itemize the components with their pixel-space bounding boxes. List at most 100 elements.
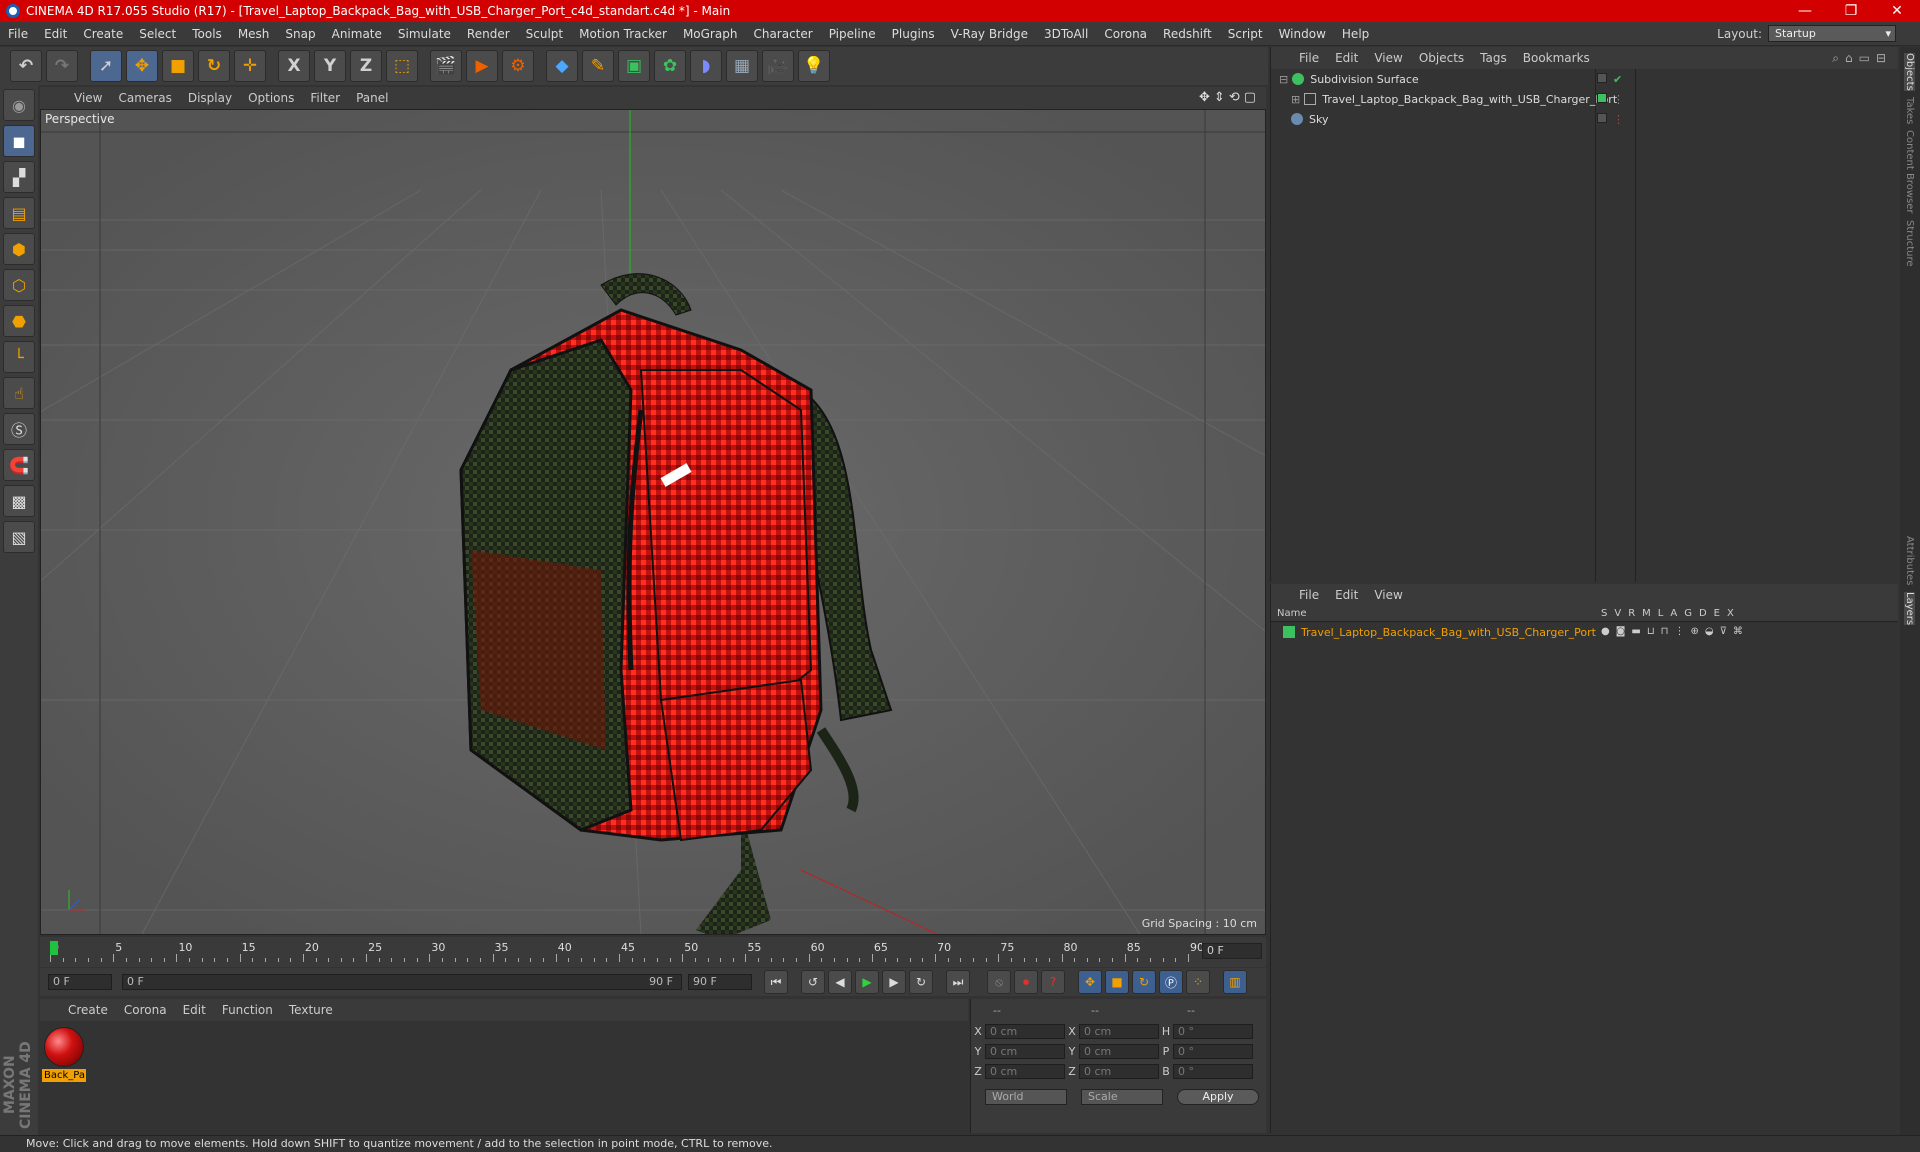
objects-menu-view[interactable]: View (1366, 51, 1410, 65)
coordinate-mode-dropdown[interactable]: World (985, 1089, 1067, 1105)
menu-sculpt[interactable]: Sculpt (518, 27, 571, 41)
object-row-backpack[interactable]: ⊞ Travel_Laptop_Backpack_Bag_with_USB_Ch… (1271, 89, 1898, 109)
camera-icon[interactable]: 🎥 (762, 50, 794, 82)
menu-simulate[interactable]: Simulate (390, 27, 459, 41)
layout-dropdown[interactable]: Startup (1768, 25, 1896, 42)
layers-menu-edit[interactable]: Edit (1327, 588, 1366, 602)
visibility-flag[interactable] (1597, 73, 1607, 83)
layers-menu-file[interactable]: File (1291, 588, 1327, 602)
tab-content-browser[interactable]: Content Browser (1904, 130, 1915, 213)
timeline-ruler[interactable]: 051015202530354045505560657075808590 (50, 941, 1204, 965)
rotation-b-field[interactable]: 0 ° (1173, 1063, 1253, 1079)
material-menu-function[interactable]: Function (214, 1003, 281, 1017)
layers-menu-view[interactable]: View (1366, 588, 1410, 602)
cube-object-icon[interactable]: ◆ (546, 50, 578, 82)
workplane-mode-icon[interactable]: ▤ (3, 197, 35, 229)
menu-vray-bridge[interactable]: V-Ray Bridge (943, 27, 1036, 41)
move-tool-icon[interactable]: ✥ (126, 50, 158, 82)
axis-z-button[interactable]: Z (350, 50, 382, 82)
select-tool-icon[interactable]: ➚ (90, 50, 122, 82)
render-settings-icon[interactable]: ⚙ (502, 50, 534, 82)
menu-redshift[interactable]: Redshift (1155, 27, 1220, 41)
position-z-field[interactable]: 0 cm (985, 1063, 1065, 1079)
close-button[interactable]: ✕ (1874, 3, 1920, 19)
undo-icon[interactable]: ↶ (10, 50, 42, 82)
snap-icon[interactable]: 🧲 (3, 449, 35, 481)
menu-3dtoall[interactable]: 3DToAll (1036, 27, 1096, 41)
objects-menu-objects[interactable]: Objects (1411, 51, 1472, 65)
key-rotation-icon[interactable]: ↻ (1132, 970, 1156, 994)
key-point-level-icon[interactable]: ⁘ (1186, 970, 1210, 994)
timeline-playhead[interactable] (50, 941, 58, 955)
timeline-window-icon[interactable]: ▥ (1223, 970, 1247, 994)
objects-menu-file[interactable]: File (1291, 51, 1327, 65)
tab-takes[interactable]: Takes (1904, 97, 1915, 124)
viewport-menu-display[interactable]: Display (180, 91, 240, 105)
go-to-start-icon[interactable]: ⏮ (764, 970, 788, 994)
material-menu-corona[interactable]: Corona (116, 1003, 175, 1017)
material-menu-edit[interactable]: Edit (175, 1003, 214, 1017)
size-z-field[interactable]: 0 cm (1079, 1063, 1159, 1079)
tweak-mode-icon[interactable]: ☝ (3, 377, 35, 409)
visibility-flag[interactable] (1597, 113, 1607, 123)
menu-create[interactable]: Create (75, 27, 131, 41)
position-x-field[interactable]: 0 cm (985, 1023, 1065, 1039)
menu-pipeline[interactable]: Pipeline (821, 27, 884, 41)
viewport-navigation-icons[interactable]: ✥⇕⟲▢ (1199, 90, 1260, 105)
visibility-dots-icon[interactable]: ⋮ (1613, 113, 1624, 126)
menu-corona[interactable]: Corona (1096, 27, 1155, 41)
frame-range-slider[interactable]: 0 F 90 F (122, 974, 682, 990)
axis-mode-icon[interactable]: └ (3, 341, 35, 373)
menu-character[interactable]: Character (745, 27, 820, 41)
menu-window[interactable]: Window (1271, 27, 1334, 41)
rotate-tool-icon[interactable]: ↻ (198, 50, 230, 82)
menu-file[interactable]: File (0, 27, 36, 41)
floor-environment-icon[interactable]: ▦ (726, 50, 758, 82)
record-keys-icon[interactable]: ⦸ (987, 970, 1011, 994)
go-to-end-icon[interactable]: ⏭ (946, 970, 970, 994)
next-key-icon[interactable]: ↻ (909, 970, 933, 994)
size-y-field[interactable]: 0 cm (1079, 1043, 1159, 1059)
object-mode-icon[interactable]: ◼ (3, 125, 35, 157)
transform-tool-icon[interactable]: ✛ (234, 50, 266, 82)
menu-plugins[interactable]: Plugins (884, 27, 943, 41)
minimize-button[interactable]: — (1782, 3, 1828, 19)
rotation-p-field[interactable]: 0 ° (1173, 1043, 1253, 1059)
viewport-menu-filter[interactable]: Filter (302, 91, 348, 105)
viewport-menu-panel[interactable]: Panel (348, 91, 396, 105)
tab-layers[interactable]: Layers (1904, 591, 1915, 625)
menu-script[interactable]: Script (1220, 27, 1271, 41)
end-frame-field[interactable]: 90 F (688, 974, 752, 990)
size-x-field[interactable]: 0 cm (1079, 1023, 1159, 1039)
points-mode-icon[interactable]: ⬢ (3, 233, 35, 265)
solo-mode-icon[interactable]: Ⓢ (3, 413, 35, 445)
menu-mograph[interactable]: MoGraph (675, 27, 746, 41)
previous-frame-icon[interactable]: ◀ (828, 970, 852, 994)
menu-help[interactable]: Help (1334, 27, 1377, 41)
previous-key-icon[interactable]: ↺ (801, 970, 825, 994)
layer-toggle-icons[interactable]: ●◙▬⊔⊓⋮⊕◒⊽⌘ (1601, 626, 1749, 637)
play-icon[interactable]: ▶ (855, 970, 879, 994)
menu-mesh[interactable]: Mesh (230, 27, 278, 41)
viewport-menu-cameras[interactable]: Cameras (110, 91, 179, 105)
layer-color-flag[interactable] (1597, 93, 1607, 103)
enabled-check-icon[interactable]: ✔ (1613, 73, 1622, 86)
tab-structure[interactable]: Structure (1904, 220, 1915, 267)
timeline[interactable]: 051015202530354045505560657075808590 0 F (40, 937, 1266, 967)
layer-color-swatch[interactable] (1283, 626, 1295, 638)
axis-x-button[interactable]: X (278, 50, 310, 82)
menu-animate[interactable]: Animate (324, 27, 390, 41)
axis-y-button[interactable]: Y (314, 50, 346, 82)
object-row-subdivision[interactable]: ⊟ Subdivision Surface ✔ (1271, 69, 1898, 89)
menu-tools[interactable]: Tools (184, 27, 230, 41)
object-manager-search-icon[interactable]: ⌕⌂▭⊟ (1832, 51, 1892, 66)
key-position-icon[interactable]: ✥ (1078, 970, 1102, 994)
model-mode-icon[interactable]: ◉ (3, 89, 35, 121)
grid-snap-icon[interactable]: ▧ (3, 521, 35, 553)
light-icon[interactable]: 💡 (798, 50, 830, 82)
tab-attributes[interactable]: Attributes (1904, 536, 1915, 585)
rotation-h-field[interactable]: 0 ° (1173, 1023, 1253, 1039)
start-frame-field[interactable]: 0 F (48, 974, 112, 990)
edges-mode-icon[interactable]: ⬡ (3, 269, 35, 301)
viewport-menu-options[interactable]: Options (240, 91, 302, 105)
